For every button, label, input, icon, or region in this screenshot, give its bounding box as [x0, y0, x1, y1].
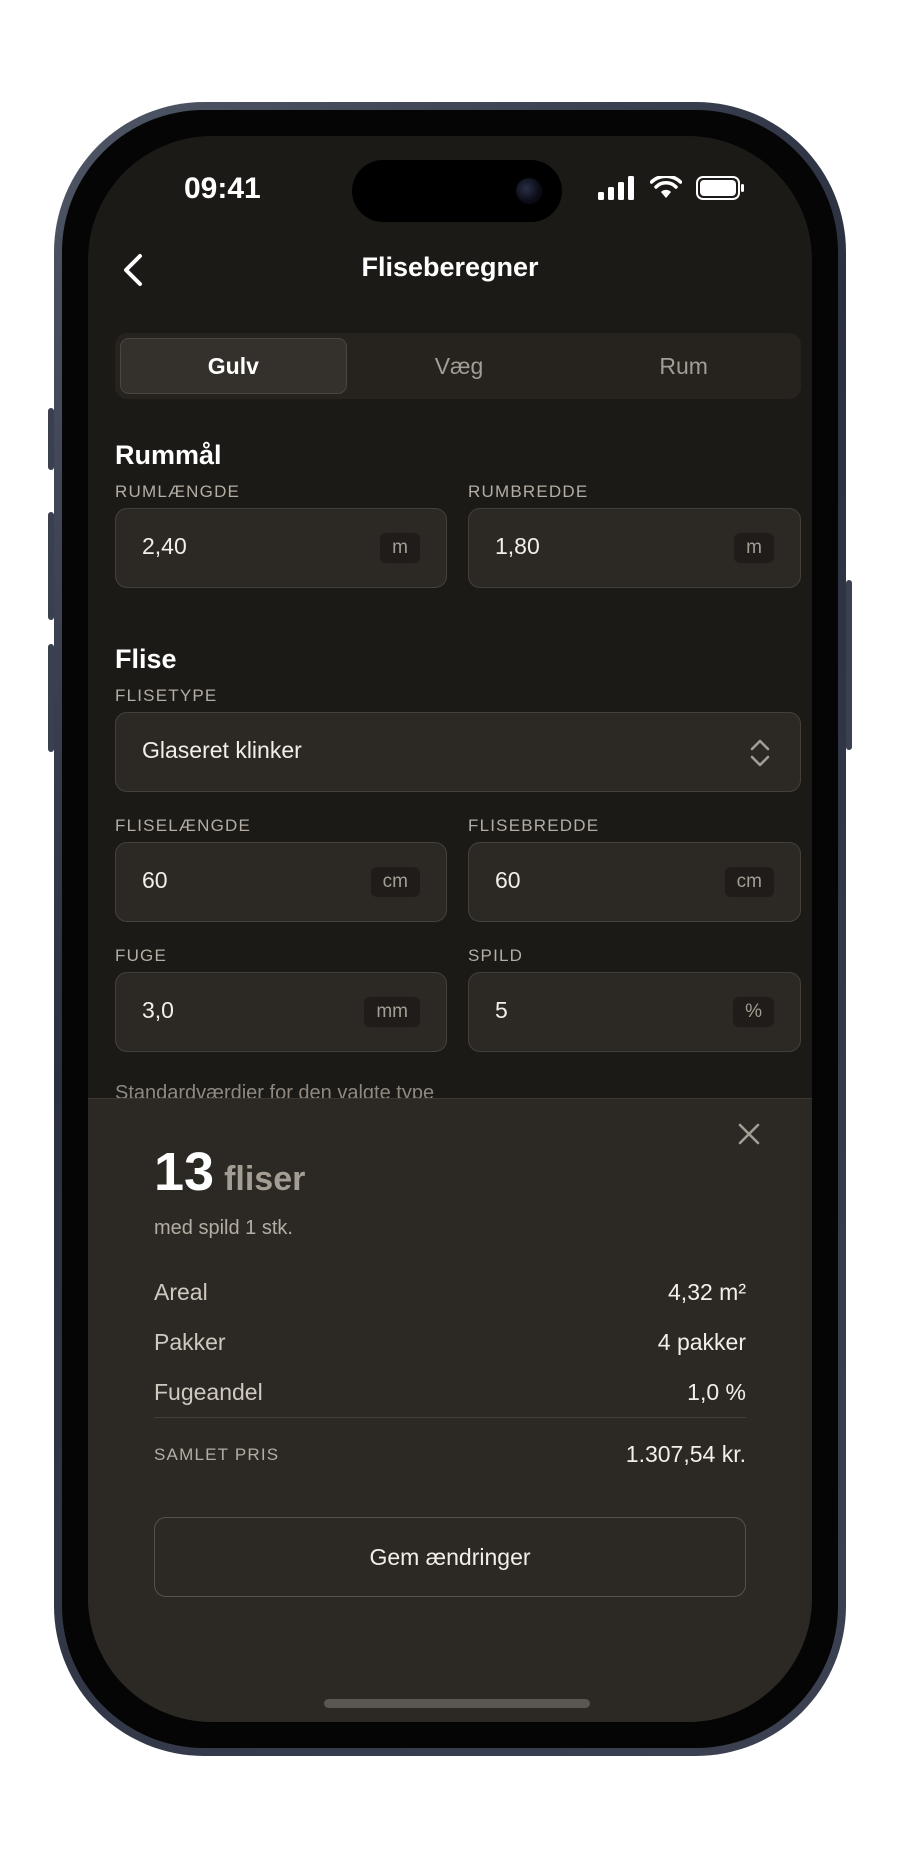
tile-length-field[interactable]: 60 cm: [115, 842, 447, 922]
waste-subtitle: med spild 1 stk.: [154, 1217, 293, 1239]
total-price-value: 1.307,54 kr.: [625, 1441, 746, 1467]
result-sheet: 13 fliser med spild 1 stk. Areal 4,32 m²…: [88, 1098, 812, 1722]
room-width-unit: m: [734, 533, 774, 563]
room-width-field[interactable]: 1,80 m: [468, 508, 801, 588]
screen: 09:41 Fliseberegner Gulv Væg Rum Rummål …: [88, 136, 812, 1722]
joint-label: FUGE: [115, 946, 168, 965]
joint-unit: mm: [364, 997, 420, 1027]
waste-value: 5: [495, 997, 508, 1023]
room-length-label: RUMLÆNGDE: [115, 482, 241, 501]
tab-gulv[interactable]: Gulv: [120, 338, 347, 394]
result-row-packs: Pakker 4 pakker: [154, 1329, 746, 1356]
tab-rum[interactable]: Rum: [571, 338, 796, 394]
room-width-label: RUMBREDDE: [468, 482, 589, 501]
tile-section-title: Flise: [115, 644, 177, 674]
save-changes-button[interactable]: Gem ændringer: [154, 1517, 746, 1597]
chevron-updown-icon: [750, 739, 770, 767]
packs-value: 4 pakker: [657, 1329, 746, 1355]
header: Fliseberegner: [88, 236, 812, 306]
home-indicator[interactable]: [324, 1699, 590, 1708]
joint-share-key: Fugeandel: [154, 1379, 263, 1405]
phone-frame: 09:41 Fliseberegner Gulv Væg Rum Rummål …: [48, 102, 852, 1756]
waste-label: SPILD: [468, 946, 524, 965]
joint-value: 3,0: [142, 997, 174, 1023]
tile-width-field[interactable]: 60 cm: [468, 842, 801, 922]
tile-count-number: 13: [154, 1142, 215, 1202]
tile-width-unit: cm: [724, 867, 774, 897]
action-button: [48, 408, 54, 470]
waste-unit: %: [733, 997, 774, 1027]
page-title: Fliseberegner: [361, 252, 539, 282]
volume-up-button: [48, 512, 54, 620]
tile-count: 13 fliser: [154, 1141, 305, 1203]
total-price-row: SAMLET PRIS 1.307,54 kr.: [154, 1441, 746, 1468]
tile-length-label: FLISELÆNGDE: [115, 816, 252, 835]
battery-icon: [696, 176, 744, 200]
room-length-unit: m: [380, 533, 420, 563]
tile-type-label: FLISETYPE: [115, 686, 218, 705]
tile-length-unit: cm: [370, 867, 420, 897]
signal-icon: [598, 176, 634, 200]
surface-tabs: Gulv Væg Rum: [115, 333, 801, 399]
result-row-joint-share: Fugeandel 1,0 %: [154, 1379, 746, 1406]
camera-icon: [516, 178, 542, 204]
status-time: 09:41: [184, 172, 261, 205]
packs-key: Pakker: [154, 1329, 226, 1355]
tile-width-label: FLISEBREDDE: [468, 816, 600, 835]
tab-vaeg[interactable]: Væg: [347, 338, 572, 394]
total-price-label: SAMLET PRIS: [154, 1444, 280, 1464]
room-width-value: 1,80: [495, 533, 540, 559]
joint-field[interactable]: 3,0 mm: [115, 972, 447, 1052]
waste-field[interactable]: 5 %: [468, 972, 801, 1052]
joint-share-value: 1,0 %: [687, 1379, 746, 1405]
tile-length-value: 60: [142, 867, 168, 893]
tile-count-unit: fliser: [224, 1160, 306, 1198]
divider: [154, 1417, 746, 1418]
room-length-field[interactable]: 2,40 m: [115, 508, 447, 588]
close-icon[interactable]: [734, 1119, 764, 1149]
dynamic-island: [352, 160, 562, 222]
status-icons: [598, 176, 746, 200]
tile-width-value: 60: [495, 867, 521, 893]
wifi-icon: [650, 176, 682, 198]
power-button: [846, 580, 852, 750]
room-length-value: 2,40: [142, 533, 187, 559]
result-row-area: Areal 4,32 m²: [154, 1279, 746, 1306]
volume-down-button: [48, 644, 54, 752]
area-value: 4,32 m²: [668, 1279, 746, 1305]
tile-type-value: Glaseret klinker: [142, 737, 302, 763]
tile-type-select[interactable]: Glaseret klinker: [115, 712, 801, 792]
bezel: 09:41 Fliseberegner Gulv Væg Rum Rummål …: [62, 110, 838, 1748]
room-section-title: Rummål: [115, 440, 222, 470]
area-key: Areal: [154, 1279, 208, 1305]
